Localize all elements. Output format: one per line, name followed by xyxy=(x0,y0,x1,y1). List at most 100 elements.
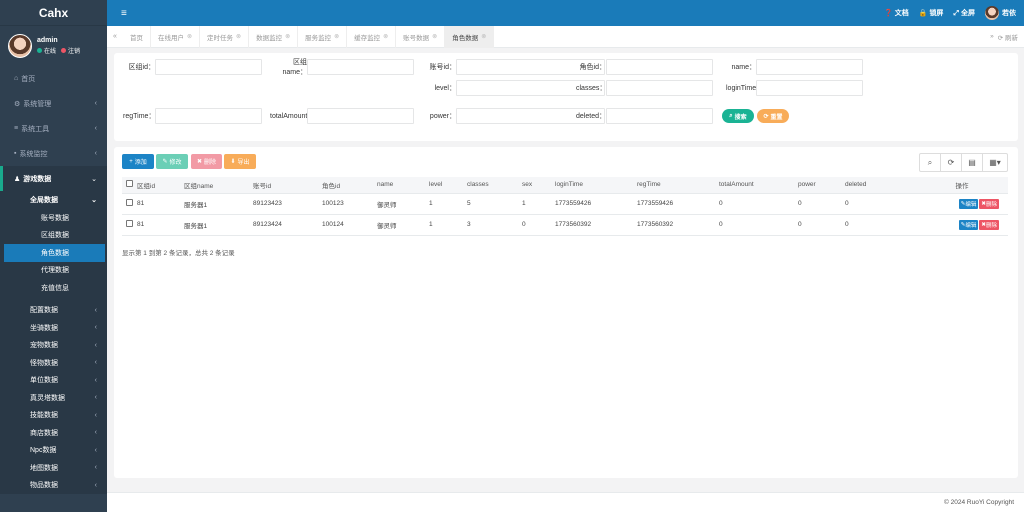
avatar[interactable] xyxy=(8,34,32,58)
row-edit-button[interactable]: ✎ 编辑 xyxy=(958,198,979,209)
sidebar-item-game-data[interactable]: ♟ 游戏数据 ⌄ xyxy=(0,166,107,191)
column-header[interactable]: classes xyxy=(466,177,521,194)
export-button[interactable]: ⬇ 导出 xyxy=(224,154,256,169)
column-header[interactable]: loginTime xyxy=(554,177,636,194)
user-menu[interactable]: 若依 xyxy=(985,6,1016,20)
refresh-tab-button[interactable]: ⟳ 刷新 xyxy=(998,32,1018,42)
refresh-icon[interactable]: ⟳ xyxy=(941,154,962,171)
close-icon[interactable]: ⊗ xyxy=(187,33,192,40)
logout-link[interactable]: 注销 xyxy=(68,46,80,55)
chevron-left-icon: ‹ xyxy=(94,411,97,419)
table-row[interactable]: 81 服务器1 89123423 100123 御灵师 1 5 1 177355… xyxy=(122,193,1008,215)
sidebar-item-tools[interactable]: ≡ 系统工具 ‹ xyxy=(0,116,107,141)
edit-button[interactable]: ✎ 修改 xyxy=(156,154,188,169)
menu-toggle-icon[interactable]: ≡ xyxy=(121,8,127,19)
column-header[interactable]: level xyxy=(428,177,466,194)
reset-button-label: 重置 xyxy=(770,114,783,121)
lock-screen-link[interactable]: 🔒 锁屏 xyxy=(919,8,944,18)
sidebar-item-system[interactable]: ⚙ 系统管理 ‹ xyxy=(0,91,107,116)
reg-time-input[interactable] xyxy=(155,108,262,124)
top-navbar: ≡ ❓ 文档 🔒 锁屏 ⤢ 全屏 若依 xyxy=(107,0,1024,26)
close-icon[interactable]: ⊗ xyxy=(334,33,339,40)
tab-service-monitor[interactable]: 服务监控 ⊗ xyxy=(298,25,348,48)
sidebar-item-unit-data[interactable]: 单位数据 ‹ xyxy=(0,372,107,390)
close-icon[interactable]: ⊗ xyxy=(432,33,437,40)
chevron-left-icon: ‹ xyxy=(94,100,97,107)
column-header[interactable]: totalAmount xyxy=(718,177,797,194)
table-row[interactable]: 81 服务器1 89123424 100124 御灵师 1 3 0 177356… xyxy=(122,214,1008,236)
sidebar-item-npc-data[interactable]: Npc数据 ‹ xyxy=(0,442,107,460)
column-header[interactable]: 区组id xyxy=(136,177,183,194)
sidebar-item-monitor[interactable]: ▪ 系统监控 ‹ xyxy=(0,141,107,166)
add-button[interactable]: + 添加 xyxy=(122,154,154,169)
sidebar-item-shop-data[interactable]: 商店数据 ‹ xyxy=(0,424,107,442)
column-header[interactable]: 区组name xyxy=(183,177,252,194)
tabs-scroll-right-icon[interactable]: » xyxy=(990,33,994,40)
row-checkbox[interactable] xyxy=(125,199,133,206)
column-header[interactable]: 账号id xyxy=(252,177,321,194)
tab-account-data[interactable]: 账号数据 ⊗ xyxy=(396,25,446,48)
card-view-icon[interactable]: ▤ xyxy=(962,154,983,171)
sidebar-item-monster-data[interactable]: 怪物数据 ‹ xyxy=(0,354,107,372)
zone-name-input[interactable] xyxy=(307,59,414,75)
column-header[interactable]: 角色id xyxy=(321,177,376,194)
column-header[interactable]: power xyxy=(797,177,844,194)
row-delete-button[interactable]: ✖ 删除 xyxy=(979,198,999,209)
tabs-scroll-left-icon[interactable]: « xyxy=(107,33,123,40)
tab-scheduled-tasks[interactable]: 定时任务 ⊗ xyxy=(200,25,250,48)
sidebar-item-mount-data[interactable]: 坐骑数据 ‹ xyxy=(0,319,107,337)
search-button[interactable]: ⌕ 搜索 xyxy=(722,109,754,123)
sidebar-item-config-data[interactable]: 配置数据 ‹ xyxy=(0,302,107,320)
chevron-left-icon: ‹ xyxy=(94,359,97,367)
sidebar-item-recharge-info[interactable]: 充值信息 xyxy=(0,279,107,297)
sidebar-item-map-data[interactable]: 地图数据 ‹ xyxy=(0,459,107,477)
column-header[interactable]: name xyxy=(376,177,428,194)
row-delete-label: 删除 xyxy=(985,201,997,208)
sidebar-item-skill-data[interactable]: 技能数据 ‹ xyxy=(0,407,107,425)
sidebar-item-account-data[interactable]: 账号数据 xyxy=(0,209,107,227)
sidebar-item-all-data[interactable]: 全局数据 ⌄ xyxy=(0,191,107,209)
column-header[interactable]: regTime xyxy=(636,177,718,194)
close-icon[interactable]: ⊗ xyxy=(236,33,241,40)
column-header[interactable]: deleted xyxy=(844,177,916,194)
tab-online-users[interactable]: 在线用户 ⊗ xyxy=(151,25,201,48)
sidebar-item-role-data[interactable]: 角色数据 xyxy=(4,244,105,262)
delete-button[interactable]: ✖ 删除 xyxy=(191,154,222,169)
tab-cache-monitor[interactable]: 缓存监控 ⊗ xyxy=(347,25,397,48)
role-id-input[interactable] xyxy=(606,59,713,75)
select-all-checkbox[interactable] xyxy=(125,180,133,188)
tab-home[interactable]: 首页 xyxy=(123,25,151,48)
total-amount-input[interactable] xyxy=(307,108,414,124)
tab-data-monitor[interactable]: 数据监控 ⊗ xyxy=(249,25,299,48)
sidebar-item-agent-data[interactable]: 代理数据 xyxy=(0,262,107,280)
columns-dropdown-icon[interactable]: ▦▾ xyxy=(983,154,1007,171)
deleted-input[interactable] xyxy=(606,108,713,124)
fullscreen-link[interactable]: ⤢ 全屏 xyxy=(953,8,975,18)
login-time-input[interactable] xyxy=(756,80,863,96)
sidebar-item-zone-data[interactable]: 区组数据 xyxy=(0,227,107,245)
close-icon[interactable]: ⊗ xyxy=(481,33,486,40)
sidebar-item-item-data[interactable]: 物品数据 ‹ xyxy=(0,477,107,495)
column-header[interactable]: sex xyxy=(521,177,554,194)
field-label: name： xyxy=(731,64,756,71)
close-icon[interactable]: ⊗ xyxy=(285,33,290,40)
search-toggle-icon[interactable]: ⌕ xyxy=(920,154,941,171)
brand-logo[interactable]: Cahx xyxy=(0,0,107,26)
name-input[interactable] xyxy=(756,59,863,75)
sidebar-item-tower-data[interactable]: 真灵塔数据 ‹ xyxy=(0,389,107,407)
docs-link[interactable]: ❓ 文档 xyxy=(884,8,909,18)
table-cell: 0 xyxy=(521,214,554,236)
row-checkbox[interactable] xyxy=(125,220,133,227)
sidebar-item-home[interactable]: ⌂ 首页 xyxy=(0,66,107,91)
classes-input[interactable] xyxy=(606,80,713,96)
tab-role-data[interactable]: 角色数据 ⊗ xyxy=(445,25,495,48)
close-icon[interactable]: ⊗ xyxy=(383,33,388,40)
row-delete-button[interactable]: ✖ 删除 xyxy=(979,219,999,230)
row-edit-button[interactable]: ✎ 编辑 xyxy=(958,219,979,230)
sidebar-item-label: 系统工具 xyxy=(21,125,50,133)
docs-label: 文档 xyxy=(894,10,909,17)
reset-button[interactable]: ⟳ 重置 xyxy=(757,109,789,123)
zone-id-input[interactable] xyxy=(155,59,262,75)
sidebar-item-pet-data[interactable]: 宠物数据 ‹ xyxy=(0,337,107,355)
chevron-left-icon: ‹ xyxy=(94,324,97,332)
